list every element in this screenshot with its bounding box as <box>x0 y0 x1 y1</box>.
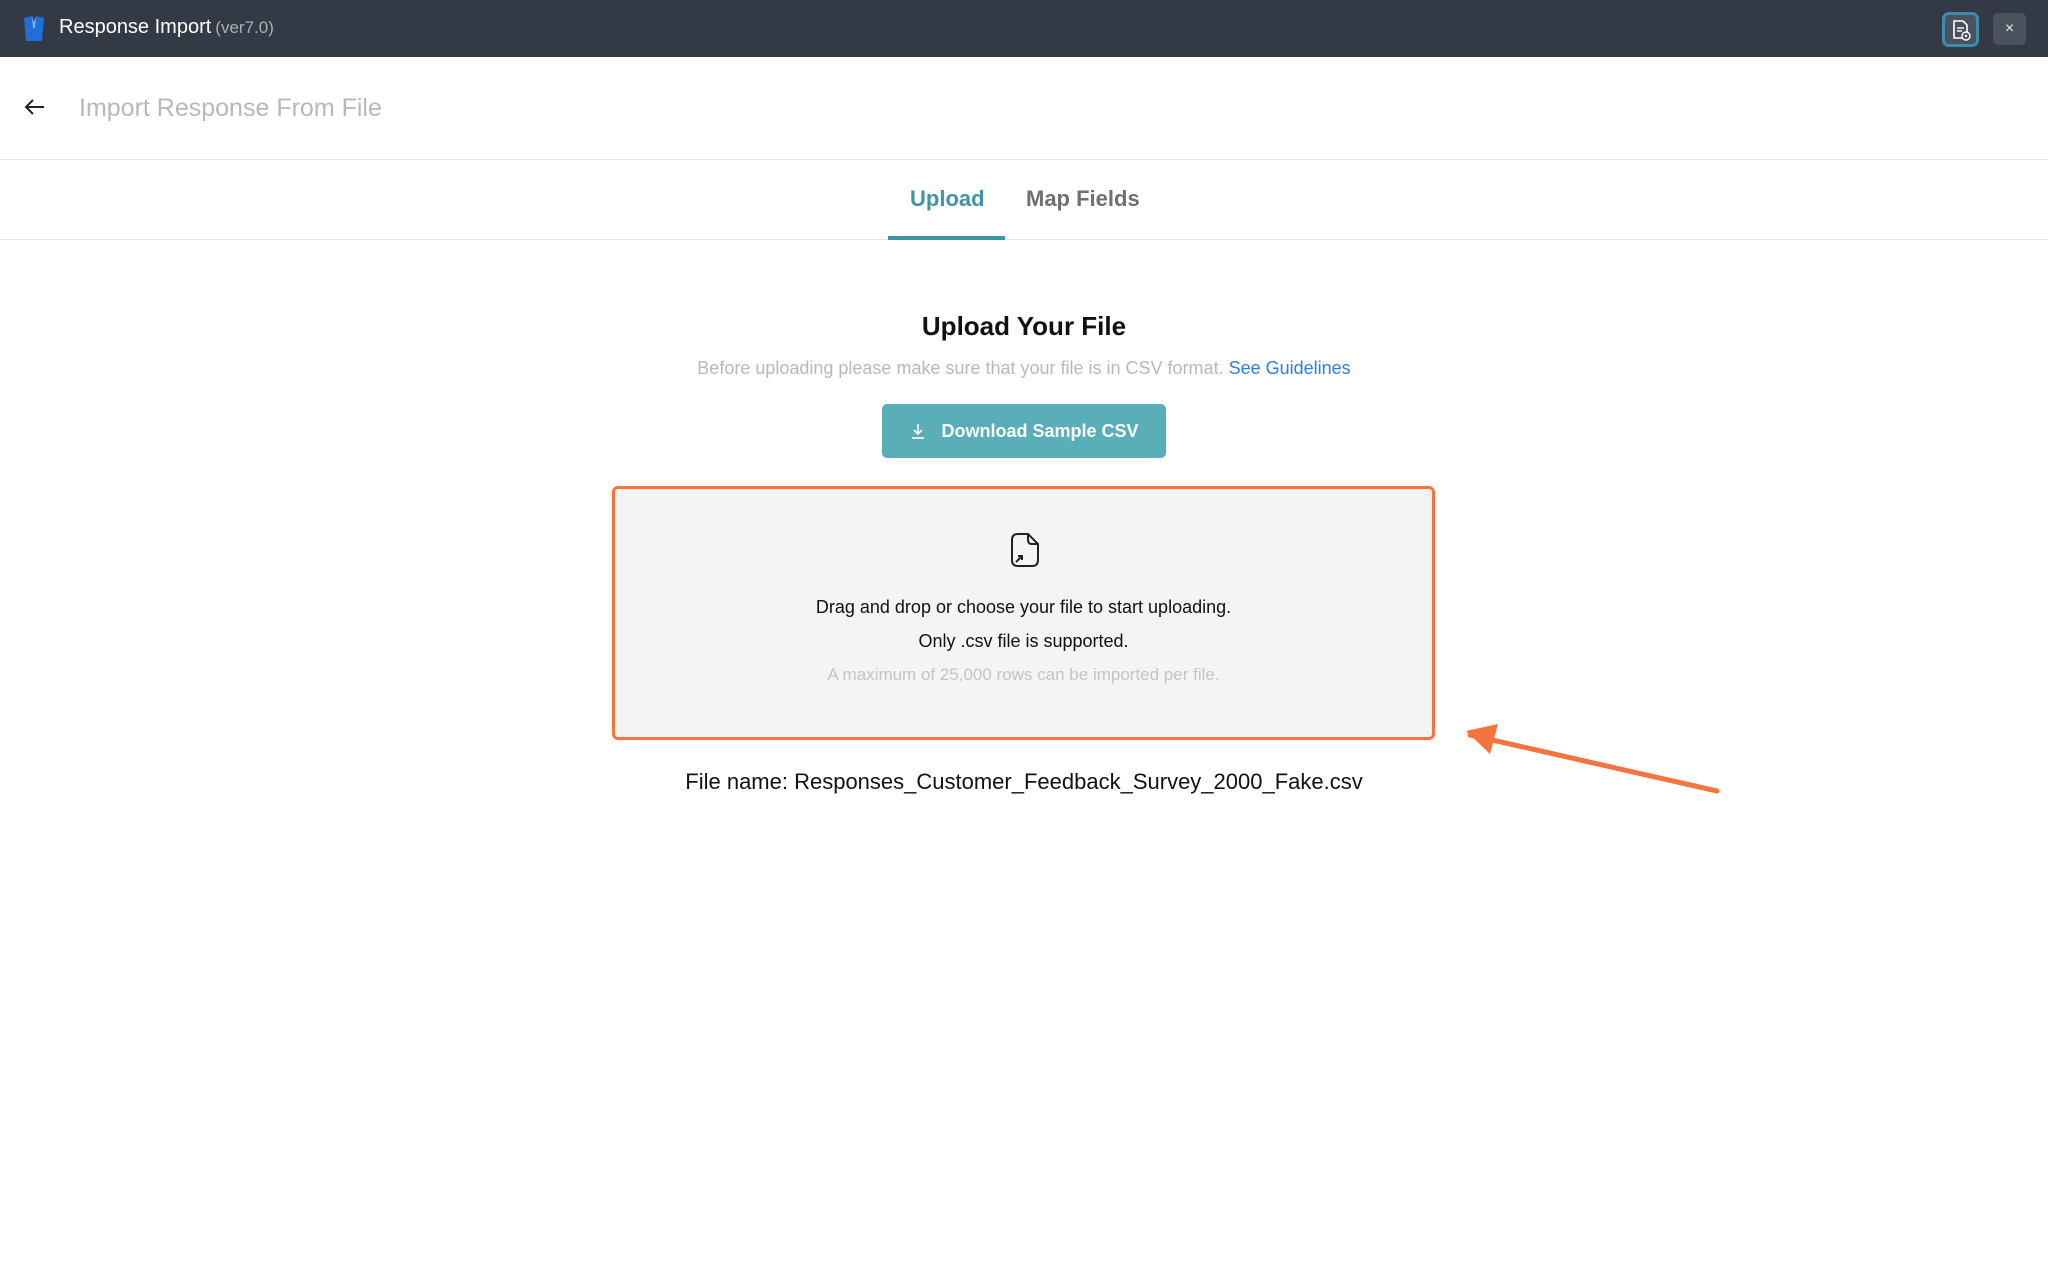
see-guidelines-link[interactable]: See Guidelines <box>1229 358 1351 378</box>
page-header: Import Response From File <box>0 57 2048 160</box>
app-title: Response Import (ver7.0) <box>59 16 274 39</box>
tab-bar: Upload Map Fields <box>0 160 2048 240</box>
app-logo-icon <box>24 16 44 41</box>
app-version: (ver7.0) <box>215 18 274 37</box>
download-sample-csv-button[interactable]: Download Sample CSV <box>882 404 1166 458</box>
page-title: Import Response From File <box>79 94 382 122</box>
window-titlebar: Response Import (ver7.0) × <box>0 0 2048 57</box>
dropzone-limit-note: A maximum of 25,000 rows can be imported… <box>827 665 1220 684</box>
dropzone-instruction: Drag and drop or choose your file to sta… <box>815 597 1232 617</box>
close-button[interactable]: × <box>1993 13 2026 45</box>
download-icon <box>912 424 925 439</box>
download-button-label: Download Sample CSV <box>941 420 1139 441</box>
dropzone-format-note: Only .csv file is supported. <box>918 631 1129 651</box>
subtitle-text: Before uploading please make sure that y… <box>697 358 1224 378</box>
app-name: Response Import <box>59 16 212 38</box>
file-import-icon <box>1011 533 1039 567</box>
upload-heading: Upload Your File <box>921 311 1127 341</box>
tab-upload[interactable]: Upload <box>910 186 985 212</box>
upload-subtitle: Before uploading please make sure that y… <box>0 358 2048 379</box>
back-arrow-icon[interactable] <box>22 94 48 120</box>
active-tab-indicator <box>888 236 1005 240</box>
close-icon: × <box>2004 20 2015 37</box>
file-dropzone[interactable]: Drag and drop or choose your file to sta… <box>612 486 1435 740</box>
doc-settings-button[interactable] <box>1942 12 1979 47</box>
annotation-arrow <box>1466 724 1720 794</box>
selected-file-name: File name: Responses_Customer_Feedback_S… <box>685 769 1363 794</box>
doc-settings-icon <box>1952 19 1971 41</box>
tab-map-fields[interactable]: Map Fields <box>1026 186 1140 212</box>
